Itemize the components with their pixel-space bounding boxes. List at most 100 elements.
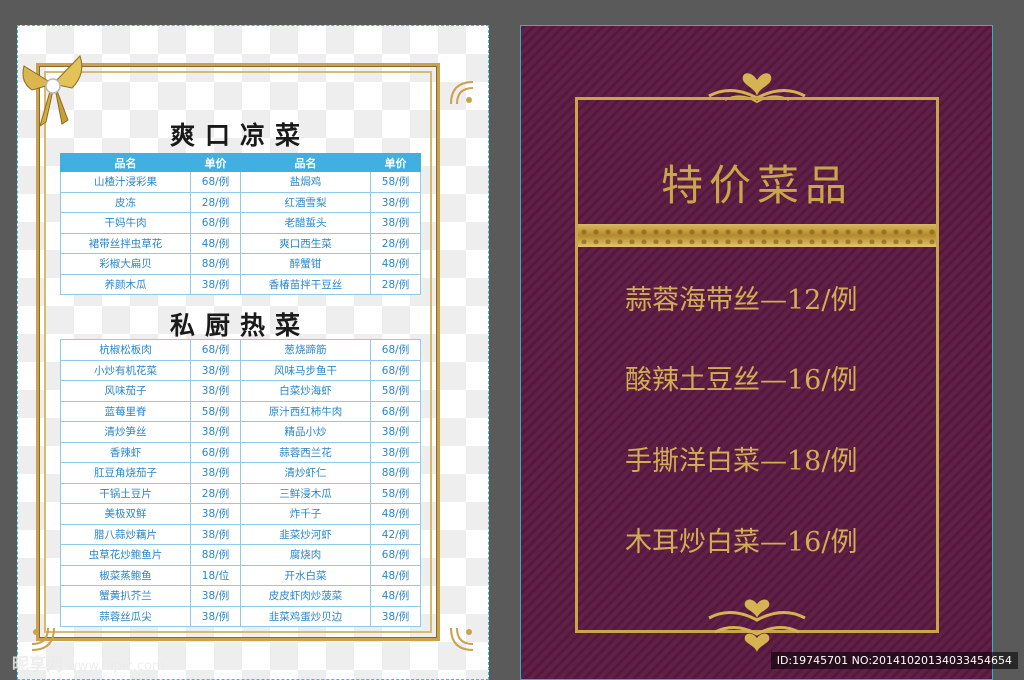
table-row: 干锅土豆片 28/例 三鲜浸木瓜 58/例	[60, 482, 421, 504]
dish-name-cell: 老醋蜇头	[240, 212, 371, 234]
site-watermark: 昵享网 www.nipic.com	[12, 650, 165, 675]
dish-price-cell: 38/例	[370, 421, 421, 443]
dish-name-cell: 蒜蓉丝瓜尖	[60, 605, 191, 627]
table-row: 蓝莓里脊 58/例 原汁西红柿牛肉 68/例	[60, 400, 421, 422]
dish-name-cell: 韭菜炒河虾	[240, 523, 371, 545]
special-dish-item: 木耳炒白菜—16/例	[625, 527, 858, 558]
special-dishes-title: 特价菜品	[660, 161, 853, 210]
column-header-name: 品名	[60, 153, 191, 172]
dish-price-cell: 38/例	[370, 605, 421, 627]
dish-price-cell: 38/例	[370, 212, 421, 234]
dish-price-cell: 38/例	[370, 441, 421, 463]
dish-price-cell: 88/例	[190, 544, 241, 566]
table-row: 山楂汁浸彩果 68/例 盐焗鸡 58/例	[60, 171, 421, 193]
dish-name-cell: 葱烧蹄筋	[240, 339, 371, 361]
dish-price-cell: 38/例	[190, 462, 241, 484]
dish-name-cell: 红酒雪梨	[240, 191, 371, 213]
ornament-corner-icon	[450, 81, 474, 105]
dish-name-cell: 养颜木瓜	[60, 273, 191, 295]
table-row: 杭椒松板肉 68/例 葱烧蹄筋 68/例	[60, 339, 421, 361]
dish-price-cell: 68/例	[190, 441, 241, 463]
table-row: 养颜木瓜 38/例 香椿苗拌干豆丝 28/例	[60, 273, 421, 295]
dish-price-cell: 28/例	[190, 191, 241, 213]
table-row: 蒜蓉丝瓜尖 38/例 韭菜鸡蛋炒贝边 38/例	[60, 605, 421, 627]
dish-price-cell: 38/例	[370, 191, 421, 213]
dish-name-cell: 风味马步鱼干	[240, 359, 371, 381]
table-row: 彩椒大扁贝 88/例 醉蟹钳 48/例	[60, 253, 421, 275]
dish-name-cell: 风味茄子	[60, 380, 191, 402]
dish-price-cell: 68/例	[370, 400, 421, 422]
dish-price-cell: 48/例	[370, 564, 421, 586]
column-header-name: 品名	[240, 153, 371, 172]
dish-name-cell: 蓝莓里脊	[60, 400, 191, 422]
dish-price-cell: 68/例	[370, 359, 421, 381]
dish-price-cell: 38/例	[190, 503, 241, 525]
dish-price-cell: 28/例	[190, 482, 241, 504]
hot-dishes-title: 私厨热菜	[169, 311, 310, 340]
table-row: 风味茄子 38/例 白菜炒海虾 58/例	[60, 380, 421, 402]
dish-price-cell: 38/例	[190, 421, 241, 443]
dish-price-cell: 88/例	[190, 253, 241, 275]
dish-name-cell: 醉蟹钳	[240, 253, 371, 275]
dish-name-cell: 韭菜鸡蛋炒贝边	[240, 605, 371, 627]
dish-name-cell: 白菜炒海虾	[240, 380, 371, 402]
dish-price-cell: 58/例	[370, 380, 421, 402]
table-row: 虫草花炒鲍鱼片 88/例 腐烧肉 68/例	[60, 544, 421, 566]
dish-name-cell: 蟹黄扒芥兰	[60, 585, 191, 607]
dish-price-cell: 48/例	[370, 253, 421, 275]
dish-name-cell: 腐烧肉	[240, 544, 371, 566]
dish-price-cell: 38/例	[190, 359, 241, 381]
dish-name-cell: 小炒有机花菜	[60, 359, 191, 381]
dish-price-cell: 68/例	[190, 339, 241, 361]
image-id-label: ID:19745701 NO:20141020134033454654	[770, 652, 1018, 669]
dish-name-cell: 裙带丝拌虫草花	[60, 232, 191, 254]
dish-name-cell: 原汁西红柿牛肉	[240, 400, 371, 422]
table-header-row: 品名 单价 品名 单价	[60, 153, 421, 172]
dish-price-cell: 28/例	[370, 273, 421, 295]
dish-price-cell: 68/例	[370, 339, 421, 361]
dish-price-cell: 38/例	[190, 605, 241, 627]
dish-name-cell: 蒜蓉西兰花	[240, 441, 371, 463]
special-dish-item: 手撕洋白菜—18/例	[625, 446, 858, 477]
dish-name-cell: 清炒笋丝	[60, 421, 191, 443]
dish-name-cell: 皮冻	[60, 191, 191, 213]
cold-dishes-title: 爽口凉菜	[169, 121, 310, 150]
dish-price-cell: 68/例	[190, 212, 241, 234]
table-row: 裙带丝拌虫草花 48/例 爽口西生菜 28/例	[60, 232, 421, 254]
dish-name-cell: 精品小炒	[240, 421, 371, 443]
watermark-url: www.nipic.com	[67, 659, 165, 674]
dish-name-cell: 皮皮虾肉炒菠菜	[240, 585, 371, 607]
hot-dishes-table: 杭椒松板肉 68/例 葱烧蹄筋 68/例 小炒有机花菜 38/例 风味马步鱼干 68/例 风味茄…	[60, 339, 421, 627]
table-row: 香辣虾 68/例 蒜蓉西兰花 38/例	[60, 441, 421, 463]
dish-price-cell: 38/例	[190, 523, 241, 545]
column-header-price: 单价	[190, 153, 241, 172]
table-row: 清炒笋丝 38/例 精品小炒 38/例	[60, 421, 421, 443]
table-row: 肛豆角烧茄子 38/例 清炒虾仁 88/例	[60, 462, 421, 484]
table-row: 美极双鲜 38/例 炸千子 48/例	[60, 503, 421, 525]
dish-name-cell: 清炒虾仁	[240, 462, 371, 484]
dish-name-cell: 盐焗鸡	[240, 171, 371, 193]
dish-name-cell: 炸千子	[240, 503, 371, 525]
dish-price-cell: 88/例	[370, 462, 421, 484]
dish-price-cell: 48/例	[370, 503, 421, 525]
dish-name-cell: 三鲜浸木瓜	[240, 482, 371, 504]
table-row: 椒菜蒸鲍鱼 18/位 开水白菜 48/例	[60, 564, 421, 586]
gold-divider-band	[578, 224, 936, 247]
dish-name-cell: 香辣虾	[60, 441, 191, 463]
dish-price-cell: 42/例	[370, 523, 421, 545]
dish-price-cell: 48/例	[190, 232, 241, 254]
dish-price-cell: 18/位	[190, 564, 241, 586]
watermark-logo: 昵享网	[12, 655, 63, 675]
dish-name-cell: 爽口西生菜	[240, 232, 371, 254]
special-dish-item: 蒜蓉海带丝—12/例	[625, 285, 858, 316]
dish-price-cell: 58/例	[370, 171, 421, 193]
dish-price-cell: 38/例	[190, 585, 241, 607]
dish-name-cell: 山楂汁浸彩果	[60, 171, 191, 193]
column-header-price: 单价	[370, 153, 421, 172]
table-row: 小炒有机花菜 38/例 风味马步鱼干 68/例	[60, 359, 421, 381]
dish-price-cell: 58/例	[370, 482, 421, 504]
dish-name-cell: 肛豆角烧茄子	[60, 462, 191, 484]
table-row: 皮冻 28/例 红酒雪梨 38/例	[60, 191, 421, 213]
dish-name-cell: 腊八蒜炒藕片	[60, 523, 191, 545]
dish-price-cell: 58/例	[190, 400, 241, 422]
